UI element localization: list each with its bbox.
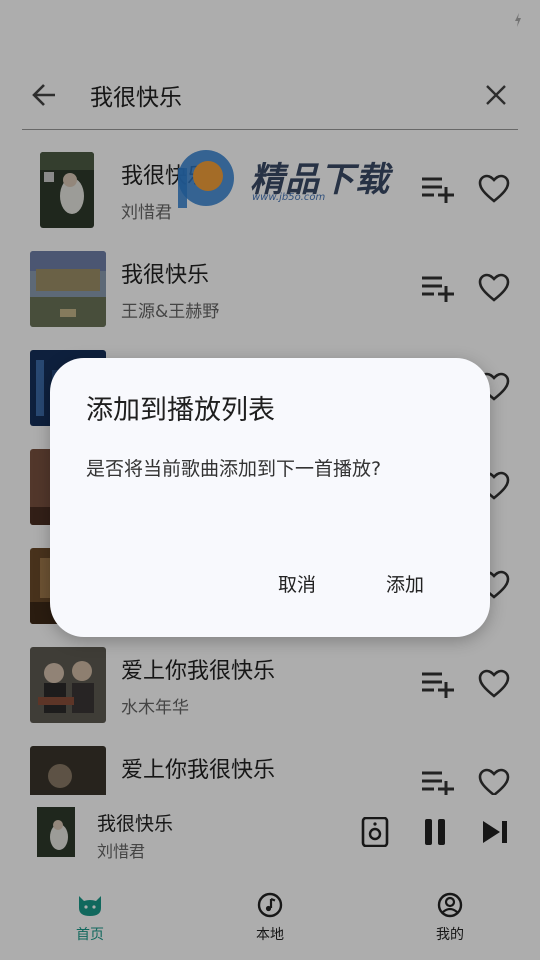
- add-to-playlist-dialog: 添加到播放列表 是否将当前歌曲添加到下一首播放? 取消 添加: [50, 358, 490, 637]
- dialog-title: 添加到播放列表: [86, 395, 275, 426]
- add-button[interactable]: 添加: [380, 566, 430, 601]
- cancel-button[interactable]: 取消: [272, 566, 322, 601]
- dialog-message: 是否将当前歌曲添加到下一首播放?: [86, 458, 382, 480]
